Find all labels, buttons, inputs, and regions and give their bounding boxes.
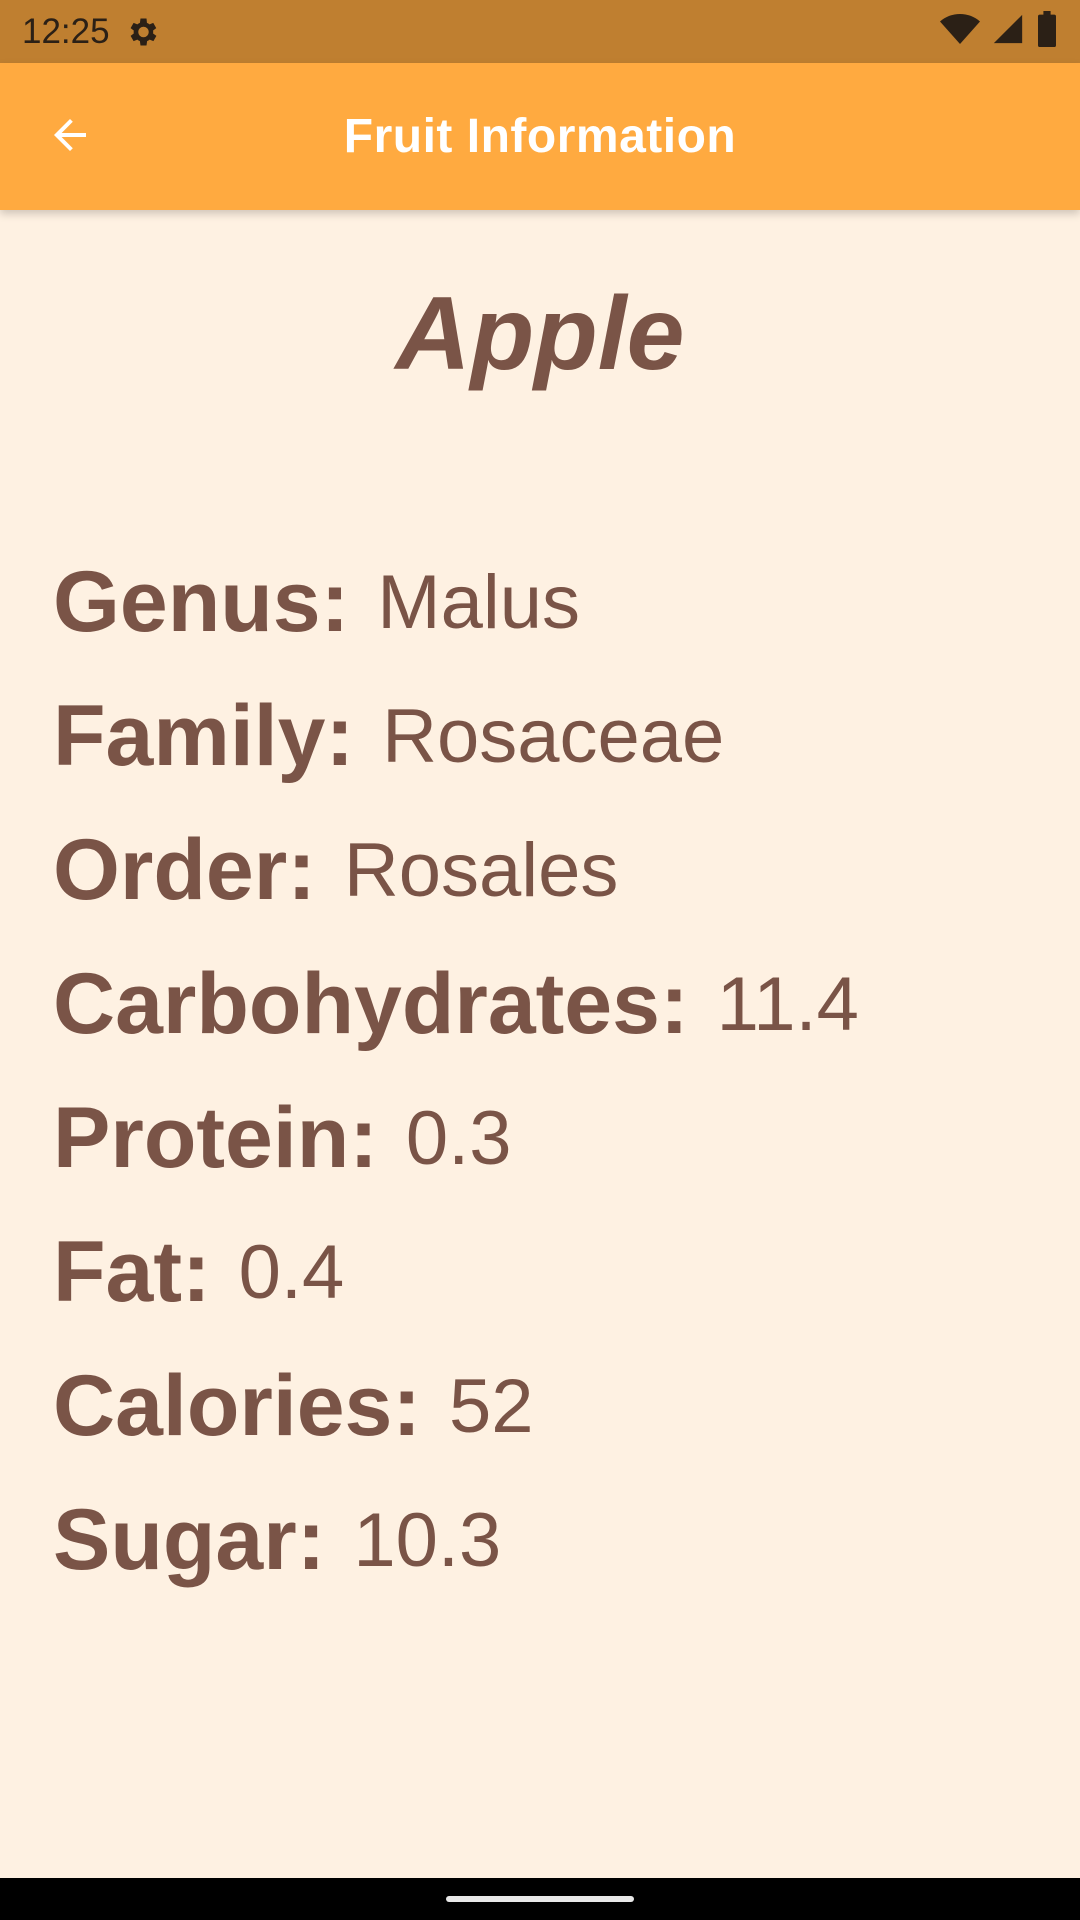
detail-row-calories: Calories: 52 (53, 1339, 1053, 1473)
status-bar: 12:25 (0, 0, 1080, 63)
detail-label: Calories: (53, 1357, 422, 1454)
detail-row-carbohydrates: Carbohydrates: 11.4 (53, 937, 1053, 1071)
detail-value: Malus (377, 559, 580, 645)
detail-value: Rosaceae (382, 693, 725, 779)
detail-value: 10.3 (353, 1497, 502, 1583)
app-bar: Fruit Information (0, 63, 1080, 210)
detail-value: Rosales (343, 827, 619, 913)
detail-label: Order: (53, 821, 316, 918)
settings-icon (124, 14, 160, 50)
detail-row-sugar: Sugar: 10.3 (53, 1473, 1053, 1607)
back-button[interactable] (34, 101, 106, 173)
wifi-icon (940, 12, 980, 51)
status-time: 12:25 (22, 11, 110, 51)
detail-row-genus: Genus: Malus (53, 535, 1053, 669)
home-gesture-handle[interactable] (446, 1896, 634, 1902)
status-icons (940, 11, 1058, 52)
detail-value: 0.4 (238, 1229, 345, 1315)
detail-label: Sugar: (53, 1491, 326, 1588)
detail-label: Family: (53, 687, 355, 784)
detail-label: Fat: (53, 1223, 211, 1320)
detail-value: 0.3 (405, 1095, 512, 1181)
detail-label: Protein: (53, 1089, 378, 1186)
fruit-details-list: Genus: Malus Family: Rosaceae Order: Ros… (53, 535, 1053, 1607)
app-title: Fruit Information (343, 110, 737, 163)
detail-label: Genus: (53, 553, 350, 650)
fruit-name: Apple (395, 276, 685, 392)
navigation-bar (0, 1878, 1080, 1920)
detail-value: 11.4 (716, 961, 859, 1047)
battery-icon (1036, 11, 1058, 52)
arrow-back-icon (46, 111, 94, 164)
detail-row-order: Order: Rosales (53, 803, 1053, 937)
detail-row-family: Family: Rosaceae (53, 669, 1053, 803)
detail-value: 52 (449, 1363, 534, 1449)
detail-row-protein: Protein: 0.3 (53, 1071, 1053, 1205)
detail-label: Carbohydrates: (53, 955, 689, 1052)
detail-row-fat: Fat: 0.4 (53, 1205, 1053, 1339)
signal-icon (990, 12, 1026, 51)
